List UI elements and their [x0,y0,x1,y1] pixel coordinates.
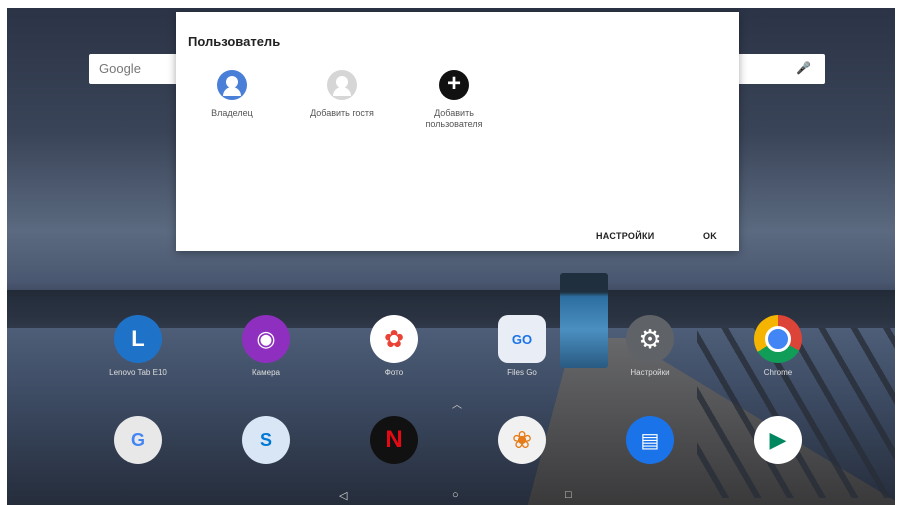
netflix-icon: N [370,416,418,464]
lenovo-icon: L [114,315,162,363]
google-logo: Google [99,61,141,76]
user-label: Добавить пользователя [425,108,483,129]
add-user-button[interactable]: + Добавить пользователя [404,70,504,130]
play-store-icon: ▶ [754,416,802,464]
nav-home-icon[interactable]: ○ [452,489,459,501]
add-guest-button[interactable]: Добавить гостя [292,70,392,119]
app-settings[interactable]: ⚙ Настройки [610,315,690,377]
home-screen: Google 🎤 L Lenovo Tab E10 ◉ Камера ✿ Фот… [7,8,895,505]
app-gallery[interactable]: ❀ [482,416,562,464]
camera-icon: ◉ [242,315,290,363]
app-files-go[interactable]: GO Files Go [482,315,562,377]
messages-icon: ▤ [626,416,674,464]
settings-icon: ⚙ [626,315,674,363]
user-dialog: Пользователь Владелец Добавить гостя + Д… [176,12,739,251]
lighthouse-background [560,273,608,368]
settings-button[interactable]: НАСТРОЙКИ [596,231,655,241]
app-label: Фото [384,368,404,377]
app-photos[interactable]: ✿ Фото [354,315,434,377]
user-owner[interactable]: Владелец [182,70,282,119]
chrome-icon [754,315,802,363]
mic-icon[interactable]: 🎤 [796,61,811,75]
user-label: Добавить гостя [310,108,374,118]
photos-icon: ✿ [370,315,418,363]
google-folder-icon: G [114,416,162,464]
app-skype-outlook-folder[interactable]: S [226,416,306,464]
nav-back-icon[interactable]: ◁ [339,489,347,502]
skype-outlook-folder-icon: S [242,416,290,464]
app-camera[interactable]: ◉ Камера [226,315,306,377]
app-drawer-chevron-icon[interactable]: ︿ [452,396,462,411]
app-label: Lenovo Tab E10 [109,368,167,377]
app-label: Chrome [763,368,793,377]
add-user-icon: + [439,70,469,100]
owner-avatar-icon [217,70,247,100]
files-go-icon: GO [498,315,546,363]
app-label: Настройки [630,368,670,377]
app-label: Камера [252,368,280,377]
app-play-store[interactable]: ▶ [738,416,818,464]
nav-recents-icon[interactable]: □ [565,489,572,501]
app-label: Files Go [507,368,537,377]
app-messages[interactable]: ▤ [610,416,690,464]
gallery-icon: ❀ [498,416,546,464]
user-label: Владелец [211,108,253,118]
guest-avatar-icon [327,70,357,100]
dialog-title: Пользователь [188,34,281,49]
app-netflix[interactable]: N [354,416,434,464]
app-google-folder[interactable]: G [98,416,178,464]
app-chrome[interactable]: Chrome [738,315,818,377]
ok-button[interactable]: OK [703,231,717,241]
app-lenovo[interactable]: L Lenovo Tab E10 [98,315,178,377]
